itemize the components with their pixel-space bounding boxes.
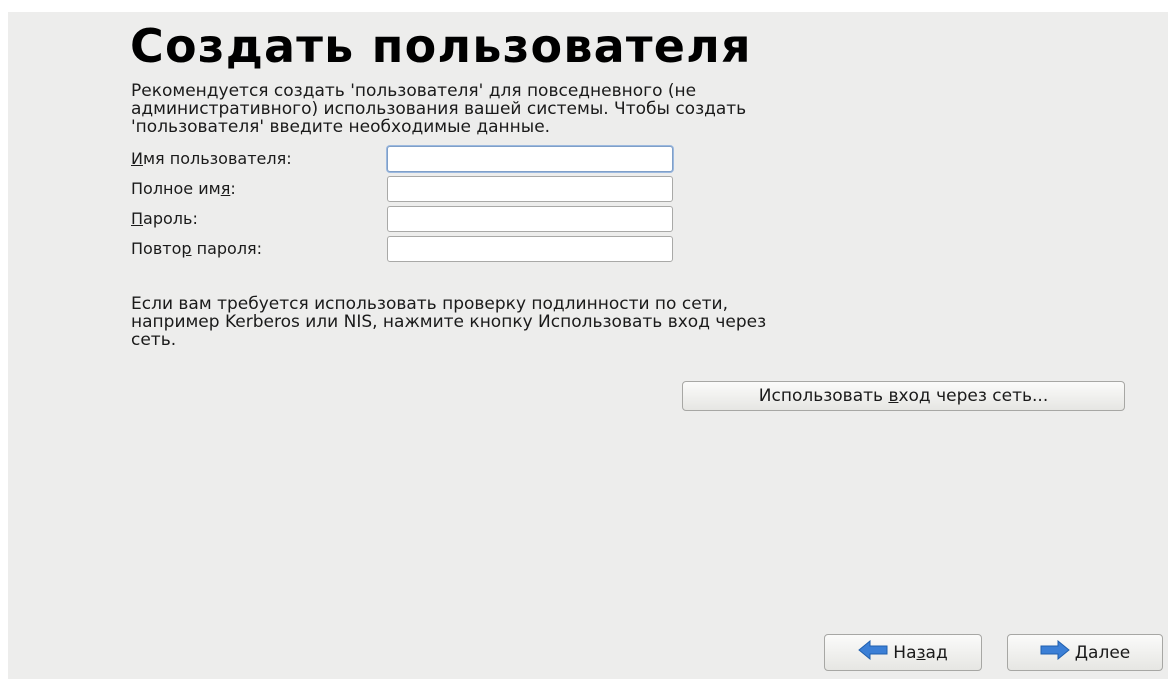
next-button[interactable]: Далее: [1007, 634, 1163, 671]
fullname-label-post: :: [230, 179, 236, 198]
username-label-rest: мя пользователя:: [142, 149, 292, 168]
back-label-mnemonic: з: [916, 642, 926, 663]
fullname-label-mnemonic: я: [220, 179, 231, 198]
network-login-label-mnemonic: в: [888, 386, 899, 406]
password-label: Пароль:: [131, 209, 198, 229]
confirm-label-pre: Повто: [131, 239, 182, 258]
page-title: Создать пользователя: [130, 19, 752, 73]
network-login-label-pre: Использовать: [758, 386, 889, 406]
intro-text: Рекомендуется создать 'пользователя' для…: [131, 81, 747, 137]
confirm-password-field[interactable]: [387, 236, 673, 262]
confirm-password-label: Повтор пароля:: [131, 239, 262, 259]
network-login-label-post: ход через сеть...: [898, 386, 1049, 406]
username-label: Имя пользователя:: [131, 149, 292, 169]
fullname-label-pre: Полное им: [131, 179, 221, 198]
back-label-post: ад: [925, 642, 948, 663]
fullname-field[interactable]: [387, 176, 673, 202]
page: Создать пользователя Рекомендуется созда…: [0, 0, 1168, 679]
arrow-right-icon: [1040, 639, 1070, 665]
confirm-label-mnemonic: р: [181, 239, 192, 258]
arrow-left-icon: [858, 639, 888, 665]
network-auth-text: Если вам требуется использовать проверку…: [131, 294, 767, 350]
fullname-label: Полное имя:: [131, 179, 236, 199]
password-field[interactable]: [387, 206, 673, 232]
username-label-mnemonic: И: [131, 149, 143, 168]
next-label-mnemonic: Д: [1074, 642, 1089, 663]
username-field[interactable]: [387, 146, 673, 172]
network-login-button[interactable]: Использовать в ход через сеть...: [682, 381, 1125, 411]
password-label-mnemonic: П: [131, 209, 144, 228]
back-label-pre: На: [893, 642, 917, 663]
password-label-rest: ароль:: [143, 209, 198, 228]
confirm-label-post: пароля:: [191, 239, 263, 258]
back-button[interactable]: На з ад: [824, 634, 982, 671]
next-label-post: алее: [1088, 642, 1131, 663]
